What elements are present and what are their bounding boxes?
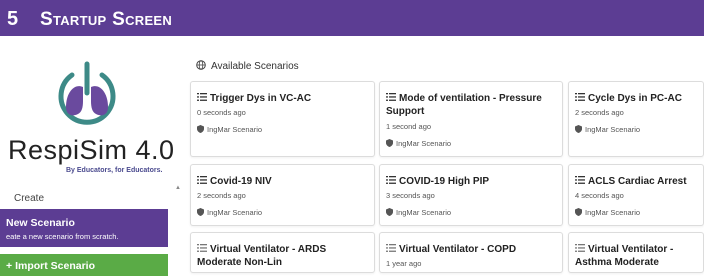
list-icon <box>197 244 207 252</box>
section-title: Startup Screen <box>40 9 173 30</box>
shield-icon <box>575 208 582 216</box>
shield-icon <box>197 125 204 133</box>
scenario-card[interactable]: COVID-19 High PIP 3 seconds ago IngMar S… <box>379 164 563 226</box>
scenario-source: IngMar Scenario <box>575 208 640 217</box>
section-header: 5 Startup Screen <box>0 0 704 36</box>
scenario-title: ACLS Cardiac Arrest <box>575 175 697 188</box>
scenario-card[interactable]: Virtual Ventilator - COPD 1 year ago <box>379 232 563 273</box>
list-icon <box>386 244 396 252</box>
scenario-time: 1 year ago <box>386 259 422 268</box>
available-scenarios-heading: Available Scenarios <box>196 60 299 72</box>
scenario-card[interactable]: Virtual Ventilator - ARDS Moderate Non-L… <box>190 232 375 273</box>
scenario-source: IngMar Scenario <box>197 125 262 134</box>
scenario-time: 1 second ago <box>386 122 432 131</box>
scenario-title: Mode of ventilation - Pressure Support <box>386 93 542 117</box>
list-icon <box>197 93 207 101</box>
scenario-source: IngMar Scenario <box>386 139 451 148</box>
shield-icon <box>575 125 582 133</box>
scenario-card[interactable]: ACLS Cardiac Arrest 4 seconds ago IngMar… <box>568 164 704 226</box>
scenario-title: COVID-19 High PIP <box>386 175 556 188</box>
lungs-power-icon <box>58 61 116 125</box>
scenario-title: Virtual Ventilator - Asthma Moderate <box>575 244 674 268</box>
new-scenario-label: New Scenario <box>6 217 75 229</box>
list-icon <box>575 93 585 101</box>
logo-tagline: By Educators, for Educators. <box>66 167 163 174</box>
globe-icon <box>196 60 206 70</box>
scenario-time: 0 seconds ago <box>197 108 246 117</box>
scenario-time: 4 seconds ago <box>575 191 624 200</box>
list-icon <box>575 244 585 252</box>
shield-icon <box>197 208 204 216</box>
scenario-card[interactable]: Covid-19 NIV 2 seconds ago IngMar Scenar… <box>190 164 375 226</box>
scroll-up-icon[interactable]: ▲ <box>175 185 181 191</box>
shield-icon <box>386 208 393 216</box>
scenario-time: 2 seconds ago <box>197 191 246 200</box>
list-icon <box>575 176 585 184</box>
new-scenario-button[interactable]: New Scenario eate a new scenario from sc… <box>0 209 168 247</box>
scenario-card[interactable]: Mode of ventilation - Pressure Support 1… <box>379 81 563 157</box>
list-icon <box>386 93 396 101</box>
scenario-title: Virtual Ventilator - ARDS Moderate Non-L… <box>197 244 327 268</box>
scenario-time: 2 seconds ago <box>575 108 624 117</box>
scenario-card[interactable]: Cycle Dys in PC-AC 2 seconds ago IngMar … <box>568 81 704 157</box>
section-number: 5 <box>7 8 19 30</box>
import-scenario-label: + Import Scenario <box>6 260 95 272</box>
shield-icon <box>386 139 393 147</box>
scenario-source: IngMar Scenario <box>197 208 262 217</box>
create-label: Create <box>14 193 45 204</box>
scenario-card[interactable]: Virtual Ventilator - Asthma Moderate <box>568 232 704 273</box>
scenario-source: IngMar Scenario <box>386 208 451 217</box>
new-scenario-description: eate a new scenario from scratch. <box>6 232 119 241</box>
scenario-title: Cycle Dys in PC-AC <box>575 92 697 105</box>
list-icon <box>197 176 207 184</box>
scenario-time: 3 seconds ago <box>386 191 435 200</box>
scenario-title: Trigger Dys in VC-AC <box>197 92 368 105</box>
scenario-source: IngMar Scenario <box>575 125 640 134</box>
scenario-title: Virtual Ventilator - COPD <box>386 243 556 256</box>
scenario-title: Covid-19 NIV <box>197 175 368 188</box>
respisim-logo: RespiSim 4.0 By Educators, for Educators… <box>0 55 180 180</box>
scenario-card[interactable]: Trigger Dys in VC-AC 0 seconds ago IngMa… <box>190 81 375 157</box>
list-icon <box>386 176 396 184</box>
logo-text: RespiSim 4.0 <box>8 135 175 165</box>
